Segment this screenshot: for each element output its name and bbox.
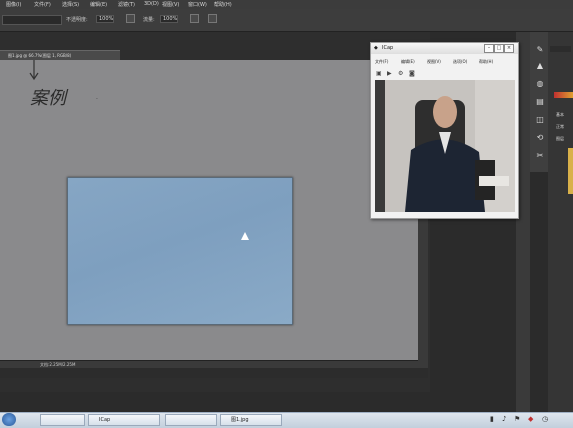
menu-item-window[interactable]: 窗口(W)	[188, 1, 207, 8]
history-icon[interactable]: ⟲	[535, 134, 545, 142]
layers-panel: 基本 正常 图层	[548, 32, 573, 412]
panel-label-layers: 图层	[556, 136, 564, 141]
webcam-menu-edit[interactable]: 编辑(E)	[401, 59, 415, 65]
taskbar-button-1[interactable]	[40, 414, 85, 426]
panel-label-basic: 基本	[556, 112, 564, 117]
webcam-menu-view[interactable]: 视图(V)	[427, 59, 441, 65]
webcam-menu-file[interactable]: 文件(F)	[375, 59, 388, 65]
taskbar-button-photoshop[interactable]: 图1.jpg	[220, 414, 282, 426]
menu-item-file[interactable]: 文件(F)	[34, 1, 51, 8]
tray-flag-icon[interactable]: ⚑	[514, 415, 520, 423]
layer-image[interactable]	[67, 177, 293, 325]
handwriting-note: 案例	[30, 88, 66, 109]
airbrush-icon[interactable]	[190, 14, 199, 23]
webcam-app-icon: ◆	[374, 45, 378, 51]
handwriting-dot: ·	[96, 96, 98, 103]
tray-security-icon[interactable]: ◆	[528, 415, 533, 423]
flow-field[interactable]: 100%	[160, 15, 178, 23]
gradient-swatch[interactable]	[554, 92, 573, 98]
layers-icon[interactable]: ◍	[535, 80, 545, 88]
menu-item-image[interactable]: 图像(I)	[6, 1, 21, 8]
minimize-icon[interactable]: –	[484, 44, 494, 53]
menu-item-help[interactable]: 帮助(H)	[214, 1, 232, 8]
menu-item-filter[interactable]: 滤镜(T)	[118, 1, 135, 8]
horizontal-scrollbar[interactable]	[0, 368, 428, 378]
webcam-titlebar[interactable]: ◆ ICap – □ ×	[371, 43, 518, 54]
menu-item-edit[interactable]: 编辑(E)	[90, 1, 107, 8]
tray-network-icon[interactable]: ▮	[490, 415, 494, 423]
close-icon[interactable]: ×	[504, 44, 514, 53]
pressure-size-icon[interactable]	[208, 14, 217, 23]
opacity-field[interactable]: 100%	[96, 15, 114, 23]
webcam-menu-help[interactable]: 帮助(H)	[479, 59, 493, 65]
taskbar	[0, 412, 573, 428]
brush-cursor-icon	[241, 232, 249, 240]
scissors-icon[interactable]: ✂	[535, 152, 545, 160]
pressure-opacity-icon[interactable]	[126, 14, 135, 23]
start-button-icon[interactable]	[2, 413, 16, 426]
taskbar-button-3[interactable]	[165, 414, 217, 426]
document-tab-label: 图1.jpg @ 66.7%(图层 1, RGB/8)	[8, 53, 72, 58]
maximize-icon[interactable]: □	[494, 44, 504, 53]
opacity-label: 不透明度:	[66, 17, 88, 23]
stamp-tool-icon[interactable]: ▲	[535, 62, 545, 70]
tray-volume-icon[interactable]: ♪	[502, 415, 506, 423]
webcam-video	[375, 80, 515, 212]
flow-label: 流量:	[143, 17, 155, 23]
tool-preset-picker[interactable]	[2, 15, 62, 25]
snapshot-icon[interactable]: ◙	[409, 70, 415, 77]
record-icon[interactable]: ▣	[376, 70, 382, 77]
layer-thumbnail-strip[interactable]	[568, 148, 573, 194]
menu-item-3d[interactable]: 3D(D)	[144, 1, 159, 7]
webcam-menu-options[interactable]: 选项(O)	[453, 59, 467, 65]
channel-icon[interactable]: ▤	[535, 98, 545, 106]
menu-bar: 图像(I) 文件(F) 选择(S) 编辑(E) 滤镜(T) 3D(D) 视图(V…	[0, 0, 573, 9]
menu-item-view[interactable]: 视图(V)	[162, 1, 179, 8]
webcam-person-image	[375, 80, 515, 212]
webcam-window[interactable]: ◆ ICap – □ × 文件(F) 编辑(E) 视图(V) 选项(O) 帮助(…	[370, 42, 519, 219]
settings-icon[interactable]: ⚙	[398, 70, 403, 77]
brush-tool-icon[interactable]: ✎	[535, 46, 545, 54]
menu-item-select[interactable]: 选择(S)	[62, 1, 79, 8]
panel-mini-preview	[550, 46, 571, 52]
adjustment-icon[interactable]: ◫	[535, 116, 545, 124]
play-icon[interactable]: ▶	[387, 70, 392, 77]
tray-clock-icon[interactable]: ◷	[542, 415, 548, 423]
taskbar-button-icap[interactable]: ICap	[88, 414, 160, 426]
webcam-title: ICap	[382, 45, 394, 51]
panel-label-normal: 正常	[556, 124, 564, 129]
